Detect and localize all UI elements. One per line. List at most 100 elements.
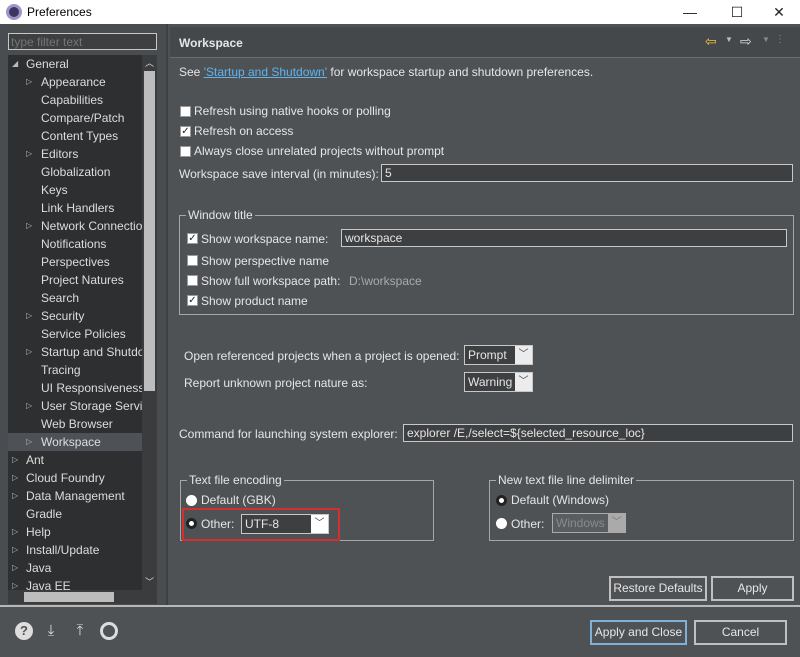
tree-item[interactable]: Capabilities [8, 91, 143, 109]
expand-icon[interactable]: ▷ [12, 559, 18, 577]
oomph-icon[interactable] [100, 622, 118, 640]
encoding-other-radio[interactable] [186, 518, 197, 529]
expand-icon[interactable]: ▷ [26, 145, 32, 163]
expand-icon[interactable]: ▷ [26, 343, 32, 361]
tree-item[interactable]: ◢ General [8, 55, 143, 73]
expand-icon[interactable]: ▷ [12, 523, 18, 541]
tree-item-label: Ant [26, 453, 45, 467]
show-full-path-checkbox[interactable] [187, 275, 198, 286]
tree-item[interactable]: Notifications [8, 235, 143, 253]
scroll-down-icon[interactable]: ﹀ [145, 575, 154, 588]
tree-item[interactable]: Perspectives [8, 253, 143, 271]
unknown-nature-select[interactable]: Warning ﹀ [464, 372, 533, 392]
tree-item-label: Appearance [41, 75, 106, 89]
delimiter-select[interactable]: Windows ﹀ [552, 513, 626, 533]
scroll-up-icon[interactable]: ︿ [145, 56, 154, 69]
full-path-value: D:\workspace [349, 274, 422, 288]
chevron-down-icon: ﹀ [515, 373, 532, 391]
tree-item[interactable]: Gradle [8, 505, 143, 523]
intro-text: See 'Startup and Shutdown' for workspace… [179, 65, 593, 79]
tree-item[interactable]: ▷ Workspace [8, 433, 143, 451]
tree-item[interactable]: ▷ Security [8, 307, 143, 325]
tree-item-label: Project Natures [41, 273, 124, 287]
filter-input[interactable] [8, 33, 157, 50]
preference-tree: ◢ General ▷ Appearance Capabilities Compare/P… [8, 55, 143, 590]
forward-menu-icon[interactable]: ▼ [762, 35, 770, 44]
apply-button[interactable]: Apply [711, 576, 794, 601]
tree-item[interactable]: ▷ Appearance [8, 73, 143, 91]
close-button[interactable]: ✕ [764, 2, 794, 22]
explorer-command-input[interactable]: explorer /E,/select=${selected_resource_… [403, 424, 793, 442]
show-product-name-checkbox[interactable]: ✓ [187, 295, 198, 306]
tree-item[interactable]: ▷ Editors [8, 145, 143, 163]
tree-item[interactable]: ▷ Help [8, 523, 143, 541]
view-menu-icon[interactable]: ⋮ [775, 34, 785, 45]
expand-icon[interactable]: ▷ [26, 217, 32, 235]
tree-item[interactable]: Globalization [8, 163, 143, 181]
tree-item[interactable]: Tracing [8, 361, 143, 379]
close-unrelated-checkbox[interactable] [180, 146, 191, 157]
tree-item[interactable]: Compare/Patch [8, 109, 143, 127]
expand-icon[interactable]: ▷ [12, 577, 18, 590]
tree-item[interactable]: Link Handlers [8, 199, 143, 217]
refresh-access-label: Refresh on access [194, 124, 294, 138]
expand-icon[interactable]: ▷ [12, 541, 18, 559]
apply-and-close-button[interactable]: Apply and Close [590, 620, 687, 645]
cancel-button[interactable]: Cancel [694, 620, 787, 645]
tree-scroll-thumb[interactable] [144, 71, 155, 391]
tree-hscroll-thumb[interactable] [24, 592, 114, 602]
workspace-name-input[interactable]: workspace [341, 229, 787, 247]
tree-item[interactable]: ▷ Cloud Foundry [8, 469, 143, 487]
tree-item[interactable]: ▷ User Storage Service [8, 397, 143, 415]
tree-item[interactable]: Keys [8, 181, 143, 199]
expand-icon[interactable]: ▷ [26, 397, 32, 415]
collapse-icon[interactable]: ◢ [12, 55, 18, 73]
tree-item[interactable]: Search [8, 289, 143, 307]
tree-item[interactable]: ▷ Java [8, 559, 143, 577]
minimize-button[interactable]: — [675, 2, 705, 22]
tree-item[interactable]: Web Browser [8, 415, 143, 433]
expand-icon[interactable]: ▷ [26, 307, 32, 325]
expand-icon[interactable]: ▷ [26, 73, 32, 91]
tree-item[interactable]: Service Policies [8, 325, 143, 343]
tree-item[interactable]: ▷ Network Connections [8, 217, 143, 235]
back-arrow-icon[interactable]: ⇦ [705, 33, 717, 50]
maximize-button[interactable]: ☐ [722, 2, 752, 22]
forward-arrow-icon[interactable]: ⇨ [740, 33, 752, 50]
expand-icon[interactable]: ▷ [12, 451, 18, 469]
refresh-native-checkbox[interactable] [180, 106, 191, 117]
tree-item[interactable]: ▷ Ant [8, 451, 143, 469]
refresh-access-checkbox[interactable]: ✓ [180, 126, 191, 137]
tree-item-label: Capabilities [41, 93, 104, 107]
delimiter-other-label: Other: [511, 517, 545, 531]
open-referenced-select[interactable]: Prompt ﹀ [464, 345, 533, 365]
help-icon[interactable]: ? [15, 622, 33, 640]
import-icon[interactable]: ⤓ [42, 622, 60, 640]
tree-item[interactable]: Content Types [8, 127, 143, 145]
save-interval-input[interactable]: 5 [381, 164, 793, 182]
encoding-default-radio[interactable] [186, 495, 197, 506]
delimiter-default-radio[interactable] [496, 495, 507, 506]
expand-icon[interactable]: ▷ [12, 487, 18, 505]
tree-item[interactable]: ▷ Data Management [8, 487, 143, 505]
tree-item[interactable]: ▷ Java EE [8, 577, 143, 590]
close-unrelated-label: Always close unrelated projects without … [194, 144, 445, 158]
startup-shutdown-link[interactable]: 'Startup and Shutdown' [204, 65, 327, 79]
unknown-nature-label: Report unknown project nature as: [184, 376, 368, 390]
tree-item-label: Service Policies [41, 327, 126, 341]
back-menu-icon[interactable]: ▼ [725, 35, 733, 44]
tree-item-label: Security [41, 309, 85, 323]
encoding-select[interactable]: UTF-8 ﹀ [241, 514, 329, 534]
delimiter-other-radio[interactable] [496, 518, 507, 529]
expand-icon[interactable]: ▷ [12, 469, 18, 487]
tree-item[interactable]: ▷ Install/Update [8, 541, 143, 559]
tree-item[interactable]: Project Natures [8, 271, 143, 289]
show-workspace-name-checkbox[interactable]: ✓ [187, 233, 198, 244]
show-perspective-name-checkbox[interactable] [187, 255, 198, 266]
export-icon[interactable]: ⤒ [71, 622, 89, 640]
restore-defaults-button[interactable]: Restore Defaults [609, 576, 707, 601]
sash[interactable] [166, 24, 168, 605]
expand-icon[interactable]: ▷ [26, 433, 32, 451]
tree-item[interactable]: UI Responsiveness [8, 379, 143, 397]
tree-item[interactable]: ▷ Startup and Shutdown [8, 343, 143, 361]
